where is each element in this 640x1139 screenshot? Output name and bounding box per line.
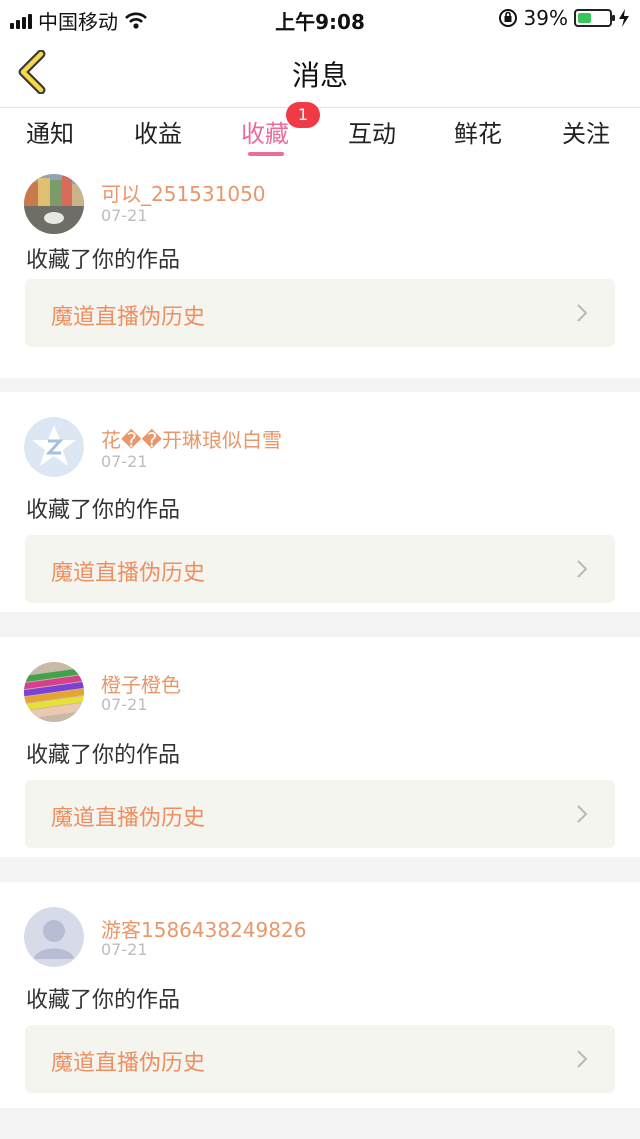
battery-icon	[574, 9, 615, 27]
avatar[interactable]	[24, 174, 84, 234]
work-title: 魔道直播伪历史	[51, 305, 206, 330]
chevron-right-icon	[577, 304, 588, 322]
status-bar: 中国移动 上午9:08 39%	[0, 0, 640, 36]
username[interactable]: 花��开琳琅似白雪	[101, 424, 282, 453]
favorites-count-badge: 1	[286, 102, 320, 128]
tab-notifications[interactable]: 通知	[26, 114, 74, 149]
message-text: 收藏了你的作品	[26, 498, 181, 523]
work-link[interactable]: 魔道直播伪历史	[25, 780, 615, 848]
tab-flowers[interactable]: 鲜花	[454, 114, 502, 149]
message-text: 收藏了你的作品	[26, 988, 181, 1013]
username[interactable]: 游客1586438249826	[101, 914, 306, 943]
work-title: 魔道直播伪历史	[51, 806, 206, 831]
chevron-right-icon	[577, 805, 588, 823]
chevron-right-icon	[577, 560, 588, 578]
active-tab-indicator	[248, 152, 284, 156]
work-link[interactable]: 魔道直播伪历史	[25, 1025, 615, 1093]
tab-follows[interactable]: 关注	[562, 114, 610, 149]
qq-default-avatar-icon	[24, 417, 84, 477]
message-date: 07-21	[101, 940, 148, 959]
username[interactable]: 可以_251531050	[101, 178, 266, 207]
message-card: 游客1586438249826 07-21 收藏了你的作品 魔道直播伪历史	[0, 882, 640, 1108]
nav-bar: 消息	[0, 36, 640, 108]
tab-interactions[interactable]: 互动	[348, 114, 396, 149]
tab-earnings[interactable]: 收益	[134, 114, 182, 149]
message-date: 07-21	[101, 452, 148, 471]
battery-percent: 39%	[523, 6, 568, 30]
work-title: 魔道直播伪历史	[51, 1051, 206, 1076]
work-link[interactable]: 魔道直播伪历史	[25, 535, 615, 603]
charging-icon	[619, 9, 629, 27]
tab-favorites[interactable]: 收藏	[241, 114, 289, 149]
work-link[interactable]: 魔道直播伪历史	[25, 279, 615, 347]
avatar[interactable]	[24, 907, 84, 967]
message-text: 收藏了你的作品	[26, 248, 181, 273]
message-date: 07-21	[101, 695, 148, 714]
photo-avatar-icon	[24, 174, 84, 234]
message-text: 收藏了你的作品	[26, 743, 181, 768]
page-title: 消息	[291, 59, 348, 92]
default-person-avatar-icon	[24, 907, 84, 967]
work-title: 魔道直播伪历史	[51, 561, 206, 586]
tab-bar: 通知 收益 收藏 1 互动 鲜花 关注	[0, 102, 640, 158]
message-date: 07-21	[101, 206, 148, 225]
message-card: 橙子橙色 07-21 收藏了你的作品 魔道直播伪历史	[0, 637, 640, 857]
username[interactable]: 橙子橙色	[101, 669, 181, 698]
colored-pencils-avatar-icon	[24, 662, 84, 722]
chevron-right-icon	[577, 1050, 588, 1068]
message-card: 可以_251531050 07-21 收藏了你的作品 魔道直播伪历史	[0, 158, 640, 378]
avatar[interactable]	[24, 662, 84, 722]
orientation-lock-icon	[498, 9, 517, 27]
message-card: 花��开琳琅似白雪 07-21 收藏了你的作品 魔道直播伪历史	[0, 392, 640, 612]
avatar[interactable]	[24, 417, 84, 477]
